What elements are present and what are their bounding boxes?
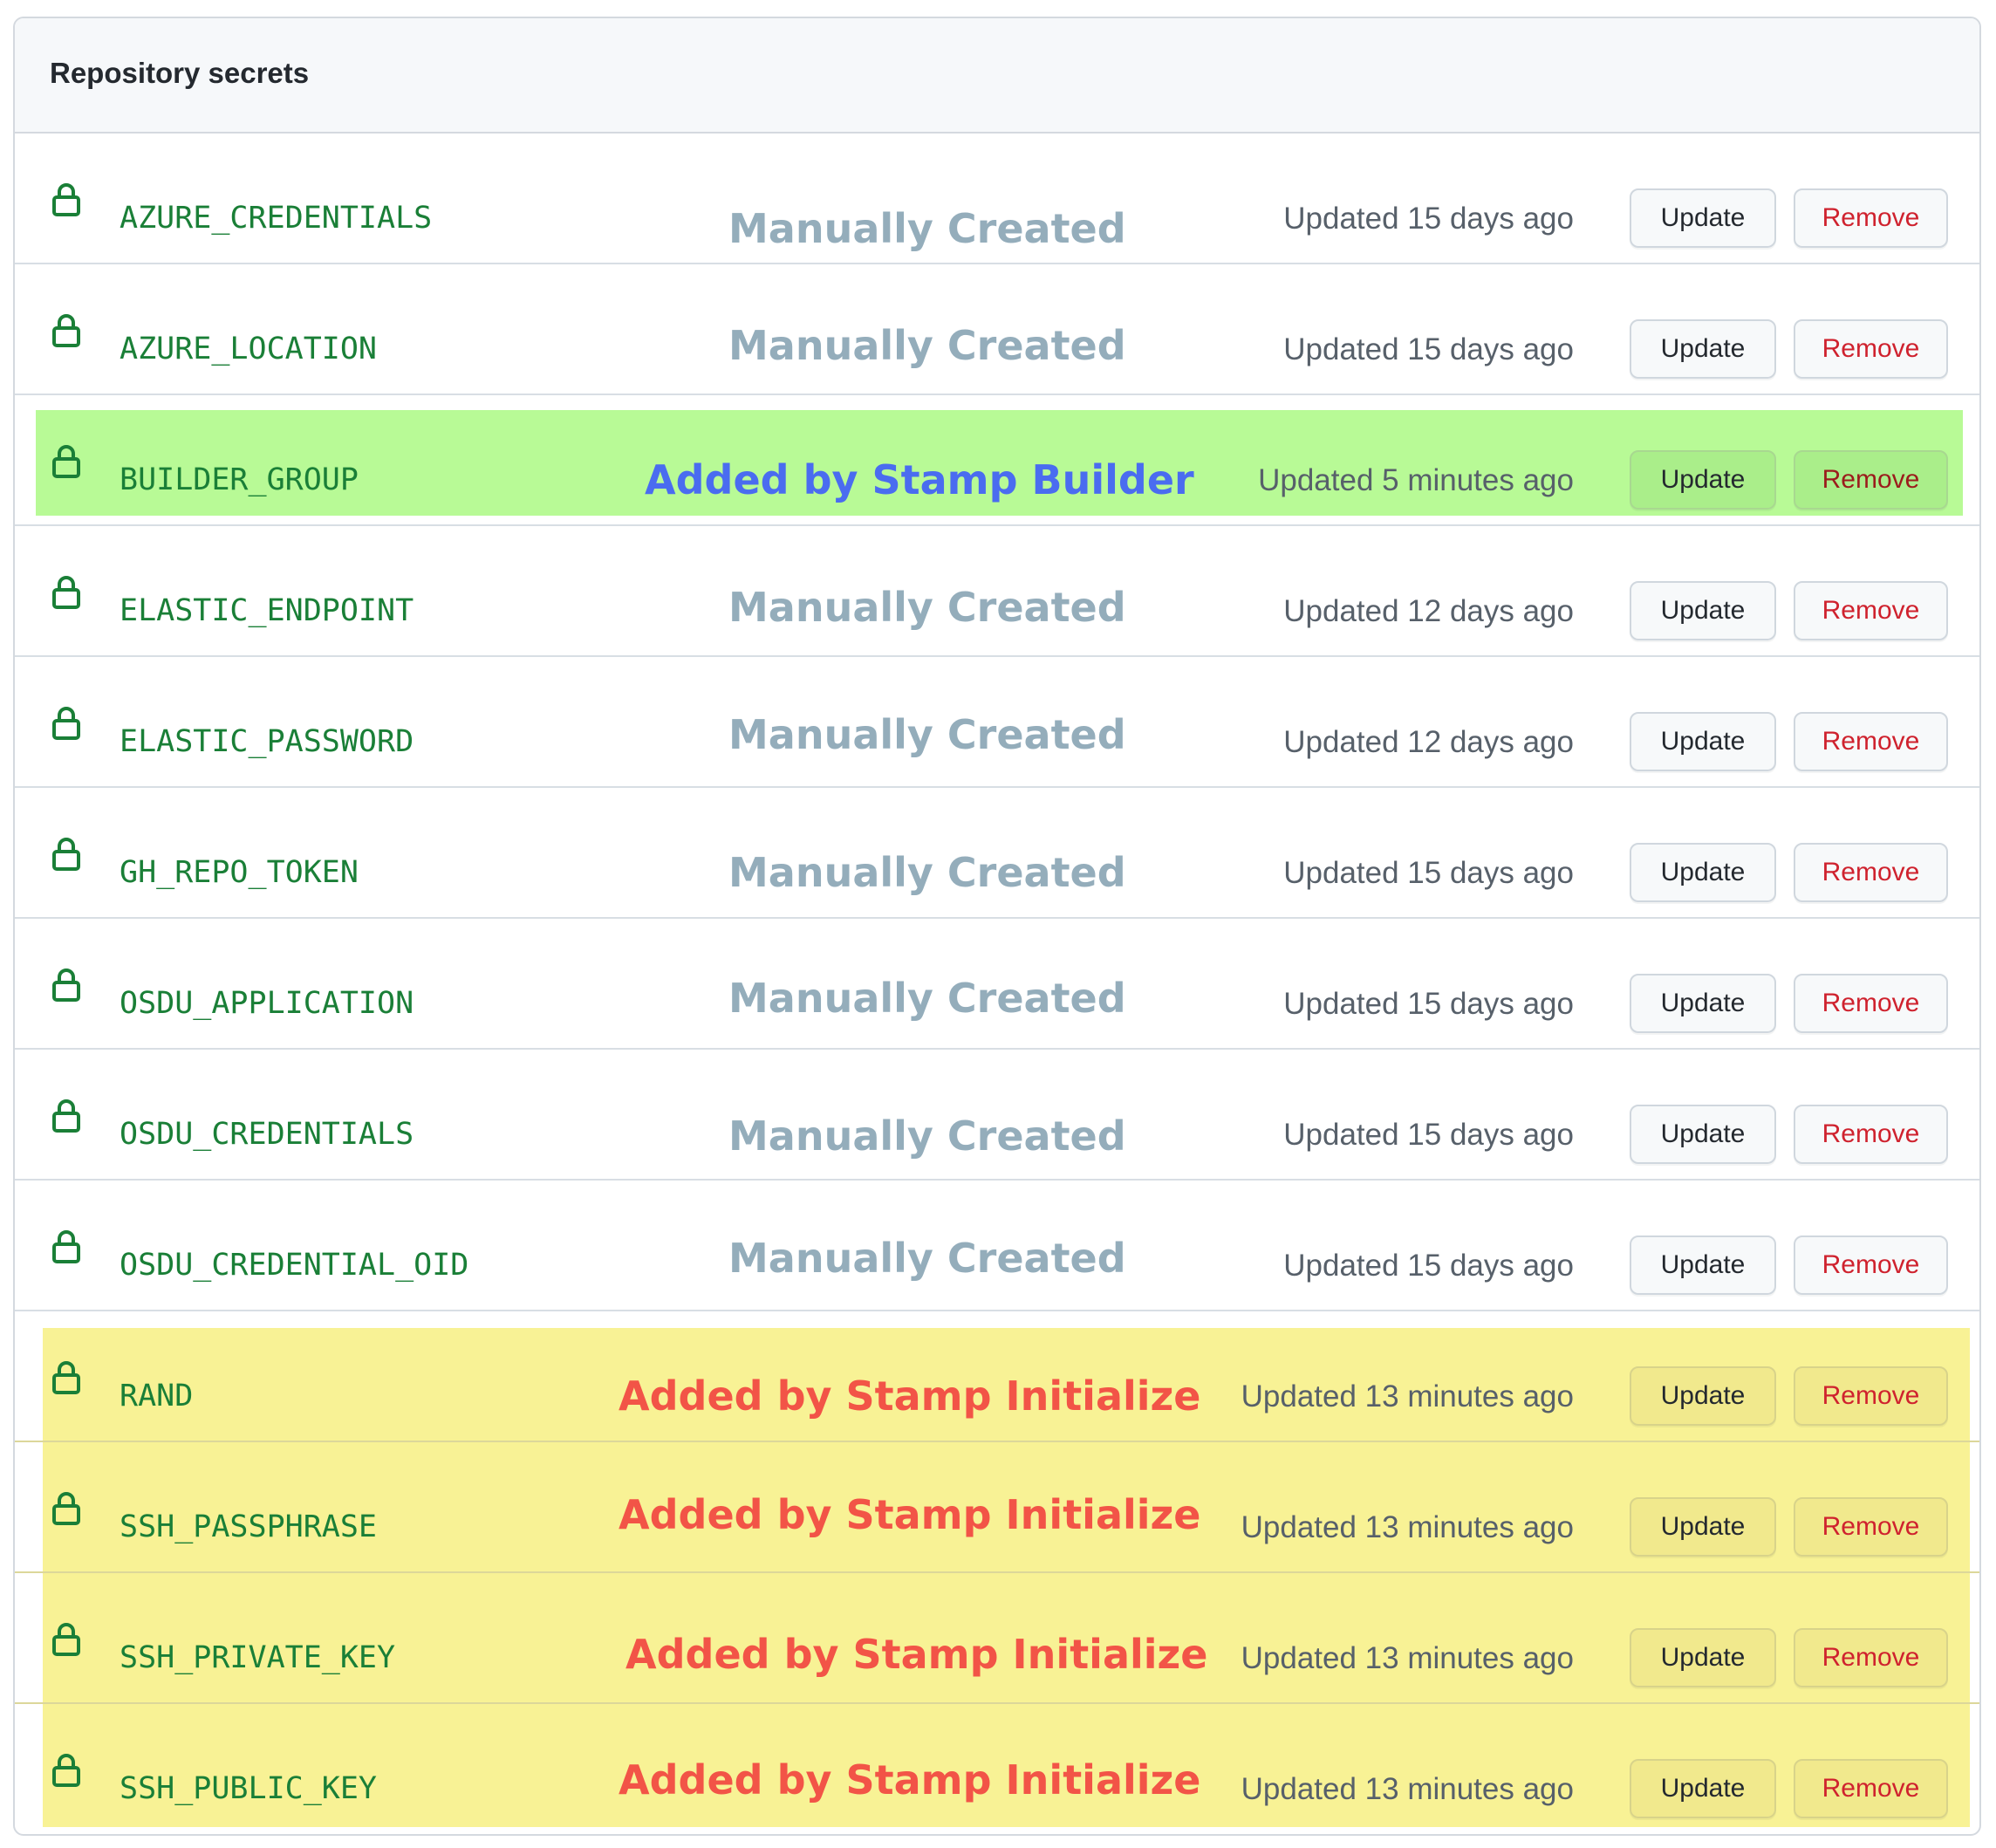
secret-name: OSDU_CREDENTIAL_OID bbox=[120, 1248, 469, 1283]
secret-row: AZURE_LOCATION Manually Created Updated … bbox=[15, 264, 1979, 395]
secret-annotation: Added by Stamp Builder bbox=[645, 456, 1194, 503]
secret-name: OSDU_CREDENTIALS bbox=[120, 1117, 414, 1152]
secret-row: ELASTIC_PASSWORD Manually Created Update… bbox=[15, 657, 1979, 788]
secret-annotation: Manually Created bbox=[728, 205, 1126, 252]
secret-row: SSH_PRIVATE_KEY Added by Stamp Initializ… bbox=[15, 1573, 1979, 1704]
secret-name: SSH_PUBLIC_KEY bbox=[120, 1771, 378, 1806]
update-button[interactable]: Update bbox=[1630, 319, 1776, 379]
lock-icon bbox=[52, 838, 80, 871]
box-header: Repository secrets bbox=[15, 18, 1979, 133]
secret-name: ELASTIC_PASSWORD bbox=[120, 724, 414, 759]
lock-icon bbox=[52, 968, 80, 1002]
updated-timestamp: Updated 15 days ago bbox=[1283, 856, 1574, 890]
remove-button[interactable]: Remove bbox=[1794, 581, 1948, 640]
update-button[interactable]: Update bbox=[1630, 1366, 1776, 1426]
secret-annotation: Added by Stamp Initialize bbox=[619, 1491, 1201, 1538]
updated-timestamp: Updated 13 minutes ago bbox=[1241, 1379, 1574, 1413]
updated-timestamp: Updated 15 days ago bbox=[1283, 987, 1574, 1021]
update-button[interactable]: Update bbox=[1630, 581, 1776, 640]
secret-row: RAND Added by Stamp Initialize Updated 1… bbox=[15, 1311, 1979, 1442]
secret-name: SSH_PASSPHRASE bbox=[120, 1509, 378, 1544]
secret-annotation: Manually Created bbox=[728, 1112, 1126, 1160]
lock-icon bbox=[52, 1361, 80, 1394]
lock-icon bbox=[52, 445, 80, 478]
updated-timestamp: Updated 15 days ago bbox=[1283, 202, 1574, 236]
remove-button[interactable]: Remove bbox=[1794, 188, 1948, 248]
update-button[interactable]: Update bbox=[1630, 1105, 1776, 1164]
updated-timestamp: Updated 13 minutes ago bbox=[1241, 1510, 1574, 1544]
updated-timestamp: Updated 13 minutes ago bbox=[1241, 1772, 1574, 1806]
lock-icon bbox=[52, 1492, 80, 1525]
secret-annotation: Added by Stamp Initialize bbox=[619, 1756, 1201, 1804]
lock-icon bbox=[52, 576, 80, 609]
remove-button[interactable]: Remove bbox=[1794, 1628, 1948, 1687]
lock-icon bbox=[52, 707, 80, 740]
secret-name: GH_REPO_TOKEN bbox=[120, 855, 359, 890]
remove-button[interactable]: Remove bbox=[1794, 1497, 1948, 1557]
secret-annotation: Manually Created bbox=[728, 975, 1126, 1022]
secret-annotation: Added by Stamp Initialize bbox=[625, 1631, 1208, 1678]
secret-row: AZURE_CREDENTIALS Manually Created Updat… bbox=[15, 133, 1979, 264]
secret-row: OSDU_APPLICATION Manually Created Update… bbox=[15, 919, 1979, 1050]
remove-button[interactable]: Remove bbox=[1794, 1759, 1948, 1818]
remove-button[interactable]: Remove bbox=[1794, 1105, 1948, 1164]
update-button[interactable]: Update bbox=[1630, 188, 1776, 248]
secret-name: OSDU_APPLICATION bbox=[120, 986, 414, 1021]
updated-timestamp: Updated 15 days ago bbox=[1283, 332, 1574, 366]
secret-row: BUILDER_GROUP Added by Stamp Builder Upd… bbox=[15, 395, 1979, 526]
update-button[interactable]: Update bbox=[1630, 1497, 1776, 1557]
secret-name: BUILDER_GROUP bbox=[120, 462, 359, 497]
remove-button[interactable]: Remove bbox=[1794, 974, 1948, 1033]
secret-annotation: Manually Created bbox=[728, 849, 1126, 896]
updated-timestamp: Updated 12 days ago bbox=[1283, 594, 1574, 628]
secret-row: OSDU_CREDENTIAL_OID Manually Created Upd… bbox=[15, 1181, 1979, 1311]
updated-timestamp: Updated 12 days ago bbox=[1283, 725, 1574, 759]
update-button[interactable]: Update bbox=[1630, 1235, 1776, 1295]
secret-annotation: Added by Stamp Initialize bbox=[619, 1372, 1201, 1420]
update-button[interactable]: Update bbox=[1630, 1759, 1776, 1818]
remove-button[interactable]: Remove bbox=[1794, 319, 1948, 379]
lock-icon bbox=[52, 1754, 80, 1787]
secret-annotation: Manually Created bbox=[728, 322, 1126, 369]
update-button[interactable]: Update bbox=[1630, 843, 1776, 902]
secret-name: SSH_PRIVATE_KEY bbox=[120, 1640, 396, 1675]
secret-name: RAND bbox=[120, 1379, 194, 1413]
remove-button[interactable]: Remove bbox=[1794, 1235, 1948, 1295]
updated-timestamp: Updated 5 minutes ago bbox=[1258, 463, 1574, 497]
secret-name: ELASTIC_ENDPOINT bbox=[120, 593, 414, 628]
repository-secrets-box: Repository secrets AZURE_CREDENTIALS Man… bbox=[13, 17, 1981, 1836]
update-button[interactable]: Update bbox=[1630, 712, 1776, 771]
updated-timestamp: Updated 15 days ago bbox=[1283, 1118, 1574, 1152]
updated-timestamp: Updated 15 days ago bbox=[1283, 1249, 1574, 1283]
secret-annotation: Manually Created bbox=[728, 1235, 1126, 1282]
section-title: Repository secrets bbox=[50, 57, 310, 89]
lock-icon bbox=[52, 1623, 80, 1656]
remove-button[interactable]: Remove bbox=[1794, 450, 1948, 510]
lock-icon bbox=[52, 183, 80, 216]
lock-icon bbox=[52, 1230, 80, 1263]
secret-row: GH_REPO_TOKEN Manually Created Updated 1… bbox=[15, 788, 1979, 919]
update-button[interactable]: Update bbox=[1630, 974, 1776, 1033]
secret-row: ELASTIC_ENDPOINT Manually Created Update… bbox=[15, 526, 1979, 657]
secret-annotation: Manually Created bbox=[728, 711, 1126, 758]
update-button[interactable]: Update bbox=[1630, 450, 1776, 510]
secret-row: OSDU_CREDENTIALS Manually Created Update… bbox=[15, 1050, 1979, 1181]
secret-row: SSH_PASSPHRASE Added by Stamp Initialize… bbox=[15, 1442, 1979, 1573]
secret-name: AZURE_LOCATION bbox=[120, 332, 378, 366]
remove-button[interactable]: Remove bbox=[1794, 712, 1948, 771]
remove-button[interactable]: Remove bbox=[1794, 843, 1948, 902]
remove-button[interactable]: Remove bbox=[1794, 1366, 1948, 1426]
secret-annotation: Manually Created bbox=[728, 584, 1126, 631]
lock-icon bbox=[52, 1099, 80, 1133]
updated-timestamp: Updated 13 minutes ago bbox=[1241, 1641, 1574, 1675]
secret-row: SSH_PUBLIC_KEY Added by Stamp Initialize… bbox=[15, 1704, 1979, 1834]
update-button[interactable]: Update bbox=[1630, 1628, 1776, 1687]
lock-icon bbox=[52, 314, 80, 347]
secret-name: AZURE_CREDENTIALS bbox=[120, 201, 433, 236]
